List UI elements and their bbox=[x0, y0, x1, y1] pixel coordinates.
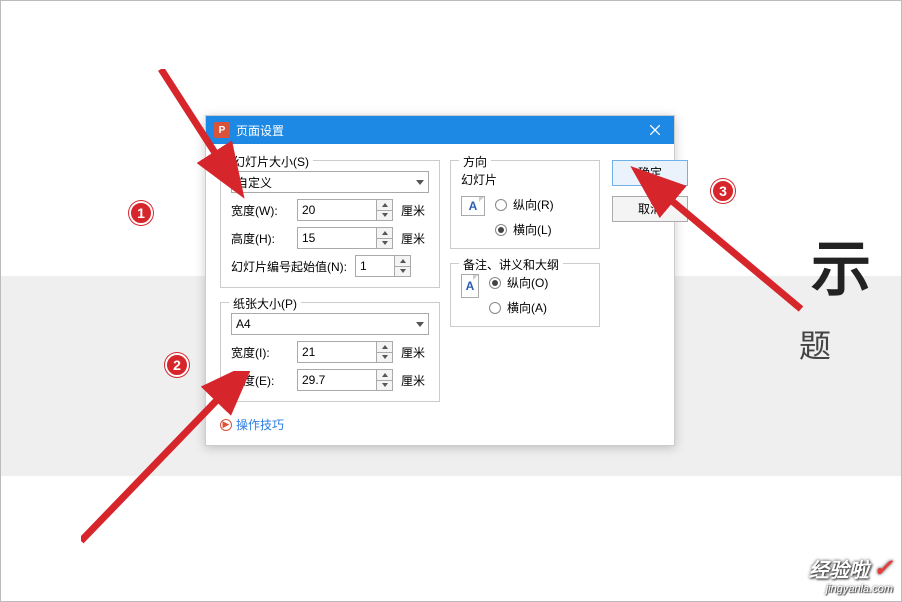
start-number-spinner[interactable] bbox=[355, 255, 411, 277]
slide-height-input[interactable] bbox=[297, 227, 377, 249]
watermark: 经验啦 ✓ jingyanla.com bbox=[809, 554, 893, 595]
annotation-3: 3 bbox=[711, 179, 735, 203]
radio-icon bbox=[489, 277, 501, 289]
spin-up[interactable] bbox=[377, 370, 392, 381]
paper-height-spinner[interactable] bbox=[297, 369, 397, 391]
spin-down[interactable] bbox=[377, 353, 392, 363]
spin-up[interactable] bbox=[377, 228, 392, 239]
check-icon: ✓ bbox=[873, 554, 893, 583]
arrow-2 bbox=[81, 371, 281, 571]
unit: 厘米 bbox=[401, 202, 425, 219]
paper-width-label: 宽度(I): bbox=[231, 344, 293, 361]
unit: 厘米 bbox=[401, 372, 425, 389]
close-button[interactable] bbox=[636, 116, 674, 144]
slide-height-spinner[interactable] bbox=[297, 227, 397, 249]
watermark-text: 经验啦 bbox=[809, 554, 869, 583]
chevron-down-icon bbox=[412, 314, 428, 334]
spin-down[interactable] bbox=[377, 381, 392, 391]
start-number-input[interactable] bbox=[355, 255, 395, 277]
spin-buttons bbox=[377, 369, 393, 391]
spin-buttons bbox=[395, 255, 411, 277]
annotation-2: 2 bbox=[165, 353, 189, 377]
close-icon bbox=[650, 125, 660, 135]
spin-down[interactable] bbox=[377, 211, 392, 221]
orientation-slide-title: 幻灯片 bbox=[461, 171, 589, 188]
slide-portrait-radio[interactable]: 纵向(R) bbox=[495, 196, 589, 213]
spin-buttons bbox=[377, 199, 393, 221]
unit: 厘米 bbox=[401, 230, 425, 247]
paper-height-input[interactable] bbox=[297, 369, 377, 391]
slide-portrait-label: 纵向(R) bbox=[513, 196, 554, 213]
spin-buttons bbox=[377, 341, 393, 363]
radio-icon bbox=[489, 302, 501, 314]
slide-width-input[interactable] bbox=[297, 199, 377, 221]
orientation-column: 方向 幻灯片 A 纵向(R) 横向(L) bbox=[450, 160, 600, 433]
titlebar[interactable]: P 页面设置 bbox=[206, 116, 674, 144]
notes-landscape-label: 横向(A) bbox=[507, 299, 547, 316]
page-portrait-icon: A bbox=[461, 274, 479, 298]
notes-portrait-label: 纵向(O) bbox=[507, 274, 548, 291]
notes-portrait-radio[interactable]: 纵向(O) bbox=[489, 274, 589, 291]
spin-up[interactable] bbox=[377, 200, 392, 211]
spin-down[interactable] bbox=[377, 239, 392, 249]
radio-icon bbox=[495, 199, 507, 211]
watermark-url: jingyanla.com bbox=[809, 583, 893, 595]
unit: 厘米 bbox=[401, 344, 425, 361]
slide-landscape-radio[interactable]: 横向(L) bbox=[495, 221, 589, 238]
orientation-slide-group: 方向 幻灯片 A 纵向(R) 横向(L) bbox=[450, 160, 600, 249]
chevron-down-icon bbox=[412, 172, 428, 192]
orientation-notes-title: 备注、讲义和大纲 bbox=[459, 256, 563, 273]
radio-icon bbox=[495, 224, 507, 236]
slide-landscape-label: 横向(L) bbox=[513, 221, 552, 238]
paper-size-preset-value: A4 bbox=[236, 317, 251, 331]
spin-up[interactable] bbox=[395, 256, 410, 267]
page-landscape-icon: A bbox=[461, 196, 485, 216]
paper-size-preset-combo[interactable]: A4 bbox=[231, 313, 429, 335]
arrow-1 bbox=[121, 69, 261, 289]
spin-down[interactable] bbox=[395, 267, 410, 277]
orientation-title: 方向 bbox=[459, 153, 491, 170]
slide-width-spinner[interactable] bbox=[297, 199, 397, 221]
spin-buttons bbox=[377, 227, 393, 249]
annotation-1: 1 bbox=[129, 201, 153, 225]
paper-width-input[interactable] bbox=[297, 341, 377, 363]
paper-size-title: 纸张大小(P) bbox=[229, 295, 301, 312]
spin-up[interactable] bbox=[377, 342, 392, 353]
paper-width-spinner[interactable] bbox=[297, 341, 397, 363]
notes-landscape-radio[interactable]: 横向(A) bbox=[489, 299, 589, 316]
orientation-notes-group: 备注、讲义和大纲 A 纵向(O) 横向(A) bbox=[450, 263, 600, 327]
